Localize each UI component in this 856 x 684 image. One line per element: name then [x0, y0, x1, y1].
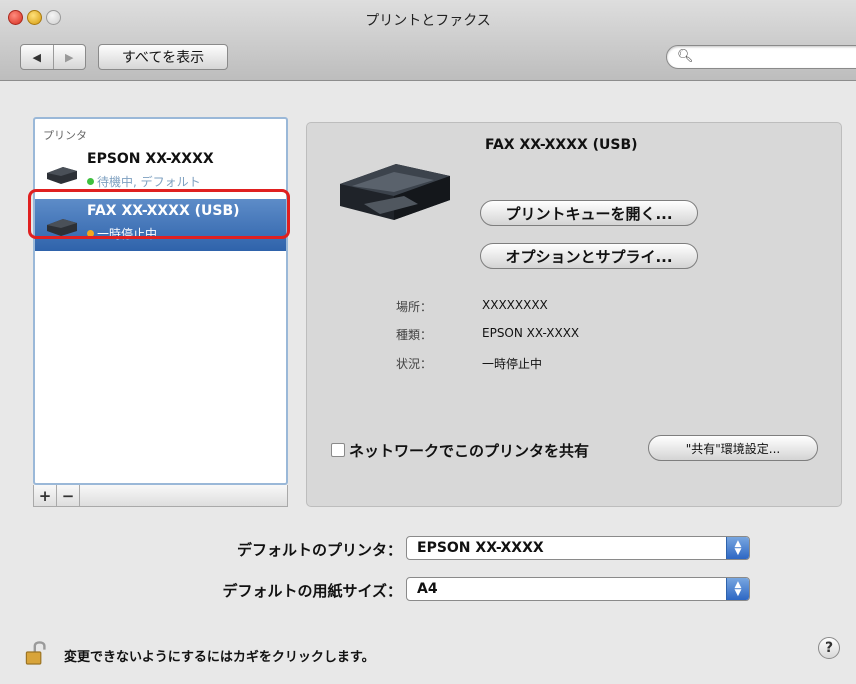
printer-section-label: プリンタ	[43, 129, 87, 142]
printer-image	[340, 164, 450, 220]
toolbar: プリントとファクス ◀ ▶ すべてを表示 🔍︎	[0, 0, 856, 81]
add-remove-bar: + −	[33, 485, 288, 507]
search-field[interactable]: 🔍︎	[666, 45, 856, 69]
share-label: ネットワークでこのプリンタを共有	[349, 442, 590, 460]
remove-printer-button[interactable]: −	[57, 485, 80, 506]
default-printer-popup[interactable]: EPSON XX-XXXX ▲ ▼	[406, 536, 750, 560]
paper-size-value: A4	[417, 581, 438, 597]
kind-value: EPSON XX-XXXX	[482, 326, 580, 340]
kind-label: 種類：	[395, 328, 432, 342]
printer-status: 待機中, デフォルト	[87, 173, 201, 190]
printer-detail-name: FAX XX-XXXX (USB)	[485, 137, 638, 153]
printer-list: プリンタ EPSON XX-XXXX 待機中, デフォルト FAX XX-XXX…	[33, 117, 288, 485]
forward-button[interactable]: ▶	[52, 45, 86, 69]
paper-size-popup[interactable]: A4 ▲ ▼	[406, 577, 750, 601]
location-label: 場所：	[395, 300, 432, 314]
back-button[interactable]: ◀	[21, 45, 53, 69]
printer-status-text: 待機中, デフォルト	[97, 175, 201, 189]
status-label: 状況：	[395, 357, 432, 371]
show-all-button[interactable]: すべてを表示	[98, 44, 228, 70]
status-value: 一時停止中	[482, 357, 543, 371]
help-button[interactable]: ?	[818, 637, 840, 659]
add-printer-button[interactable]: +	[34, 485, 57, 506]
default-printer-label: デフォルトのプリンタ：	[236, 541, 402, 559]
printer-icon	[47, 167, 77, 184]
popup-arrows-icon: ▲ ▼	[726, 537, 749, 559]
options-supplies-button[interactable]: オプションとサプライ...	[480, 243, 698, 269]
highlight-box	[28, 189, 290, 239]
lock-icon[interactable]	[24, 637, 48, 667]
search-icon: 🔍︎	[677, 49, 694, 64]
nav-buttons: ◀ ▶	[20, 44, 86, 70]
share-checkbox[interactable]	[331, 443, 345, 457]
open-print-queue-button[interactable]: プリントキューを開く...	[480, 200, 698, 226]
window-title: プリントとファクス	[365, 13, 491, 29]
default-printer-value: EPSON XX-XXXX	[417, 540, 544, 556]
print-fax-window: プリントとファクス ◀ ▶ すべてを表示 🔍︎ プリンタ EPSON XX-XX…	[0, 0, 856, 684]
status-dot-icon	[87, 178, 94, 185]
sharing-preferences-button[interactable]: "共有"環境設定...	[648, 435, 818, 461]
lock-hint-text: 変更できないようにするにはカギをクリックします。	[64, 650, 375, 665]
popup-arrows-icon: ▲ ▼	[726, 578, 749, 600]
location-value: XXXXXXXX	[482, 298, 548, 312]
printer-name: EPSON XX-XXXX	[87, 151, 214, 167]
paper-size-label: デフォルトの用紙サイズ：	[222, 582, 402, 600]
